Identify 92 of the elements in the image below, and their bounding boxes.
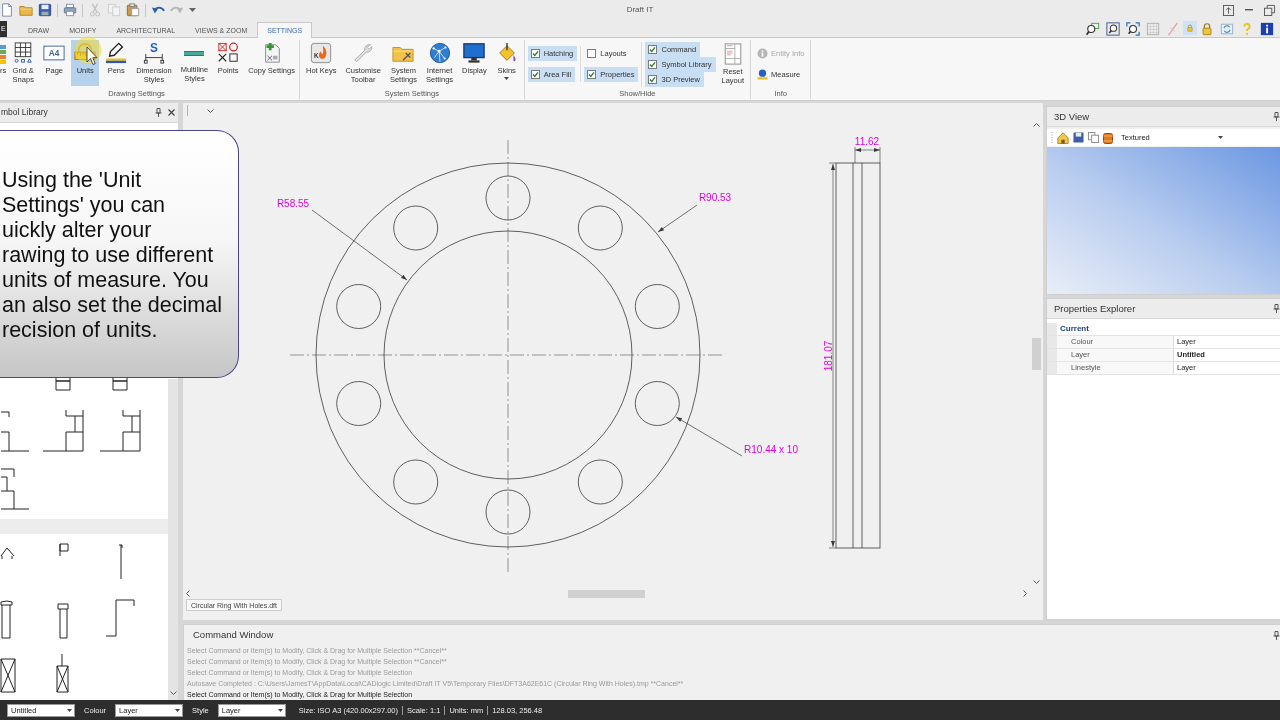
monitor-icon — [463, 42, 486, 64]
cylinder-icon[interactable] — [1103, 131, 1113, 144]
house-icon[interactable] — [1057, 131, 1069, 144]
close-icon[interactable] — [168, 109, 175, 116]
page-icon: A4 — [43, 42, 66, 64]
caret-down-icon[interactable] — [189, 8, 196, 12]
pin-icon[interactable] — [1273, 112, 1280, 121]
wrench-icon — [352, 42, 375, 64]
bolt-hole — [634, 381, 680, 426]
pin-icon[interactable] — [155, 108, 162, 117]
leader-line — [657, 204, 698, 233]
bolt-hole — [393, 205, 439, 251]
caret-down-icon — [504, 76, 510, 80]
chevron-down-icon[interactable] — [169, 691, 177, 695]
symbol-thumbnail[interactable] — [42, 409, 84, 452]
dimension-line — [854, 146, 881, 164]
info-circle-icon — [757, 48, 769, 59]
caret-down-icon — [277, 708, 283, 712]
bolt-hole — [485, 175, 531, 221]
symbol-thumbnail[interactable] — [55, 377, 71, 391]
points-icon — [217, 42, 240, 64]
padlock-icon[interactable] — [1200, 21, 1214, 36]
magnifier-box-icon[interactable] — [1106, 21, 1120, 36]
clipboard-icon[interactable] — [126, 3, 140, 17]
chevron-up-icon[interactable] — [1033, 123, 1040, 127]
stack-icon — [0, 42, 7, 64]
bolt-hole — [336, 284, 382, 329]
leader-line — [675, 416, 743, 457]
dimension-label: R90.53 — [698, 192, 732, 203]
caret-down-icon — [67, 708, 72, 712]
symbol-thumbnail[interactable] — [112, 377, 128, 391]
double-line-icon — [184, 51, 205, 56]
scrollbar-thumb[interactable] — [1032, 337, 1041, 370]
symbol-thumbnail[interactable] — [0, 411, 30, 452]
box-arrow-icon[interactable] — [1223, 4, 1234, 16]
symbol-thumbnail[interactable] — [0, 600, 13, 639]
checkbox[interactable] — [587, 70, 597, 79]
measure-icon — [757, 69, 769, 80]
dimension-label: R10.44 x 10 — [744, 444, 798, 455]
panel-title: Properties Explorer — [1054, 302, 1136, 315]
tooltip-text: Using the 'Unit Settings' you can uickly alter your rawing to use different units of measure. You an also set the decimal recision of units. — [1, 167, 223, 343]
bolt-hole — [393, 459, 439, 505]
bolt-hole — [485, 489, 531, 535]
symbol-thumbnail[interactable] — [99, 409, 141, 452]
refresh-icon[interactable] — [1220, 21, 1234, 36]
checkbox[interactable] — [648, 74, 658, 84]
symbol-thumbnail[interactable] — [105, 599, 135, 637]
scrollbar-thumb[interactable] — [568, 589, 645, 598]
chevron-down-icon[interactable] — [207, 108, 214, 113]
panel-title: mbol Library — [1, 107, 48, 118]
pen-icon — [105, 42, 128, 64]
checkbox[interactable] — [530, 49, 540, 58]
copy-icon[interactable] — [1088, 132, 1099, 143]
chevron-down-icon[interactable] — [1033, 580, 1040, 584]
info-icon[interactable] — [1260, 21, 1274, 36]
chevron-left-icon[interactable] — [186, 590, 190, 597]
new-page-icon[interactable] — [0, 3, 14, 17]
checkbox[interactable] — [648, 44, 658, 54]
symbol-thumbnail[interactable] — [57, 603, 69, 639]
checkbox[interactable] — [530, 70, 540, 79]
scrollbar[interactable] — [168, 379, 178, 700]
window-title: Draft IT — [626, 5, 654, 15]
symbol-thumbnail[interactable] — [59, 543, 69, 557]
caret-down-icon — [175, 708, 181, 712]
bolt-hole — [634, 284, 680, 329]
printer-icon[interactable] — [63, 3, 77, 17]
dimension-label: 11.62 — [854, 136, 880, 147]
grid-icon — [12, 42, 35, 64]
property-category[interactable]: Current — [1057, 323, 1089, 335]
caret-down-icon — [1218, 136, 1223, 139]
magnifier-arrows-icon[interactable] — [1126, 21, 1140, 36]
panel-title: 3D View — [1054, 110, 1090, 123]
dimension-label: 181.07 — [823, 340, 834, 372]
panel-title: Command Window — [193, 629, 274, 641]
pin-icon[interactable] — [1273, 304, 1280, 313]
restore-icon[interactable] — [1264, 4, 1275, 16]
pin-icon[interactable] — [1273, 630, 1280, 640]
magnifier-frame-icon[interactable] — [1086, 21, 1100, 36]
globe-icon — [428, 42, 451, 64]
symbol-thumbnail[interactable] — [0, 468, 30, 510]
checkbox[interactable] — [587, 49, 597, 58]
chevron-right-icon[interactable] — [1023, 590, 1027, 597]
bolt-hole — [336, 381, 382, 426]
dimension-label: R58.55 — [276, 198, 310, 209]
checkbox[interactable] — [648, 59, 658, 69]
symbol-thumbnail[interactable] — [56, 653, 69, 693]
symbol-thumbnail[interactable] — [118, 544, 123, 580]
bolt-hole — [577, 459, 623, 505]
symbol-thumbnail[interactable] — [0, 658, 16, 693]
minimize-icon[interactable] — [1245, 9, 1253, 11]
bolt-hole — [577, 205, 623, 251]
symbol-thumbnail[interactable] — [0, 547, 15, 560]
